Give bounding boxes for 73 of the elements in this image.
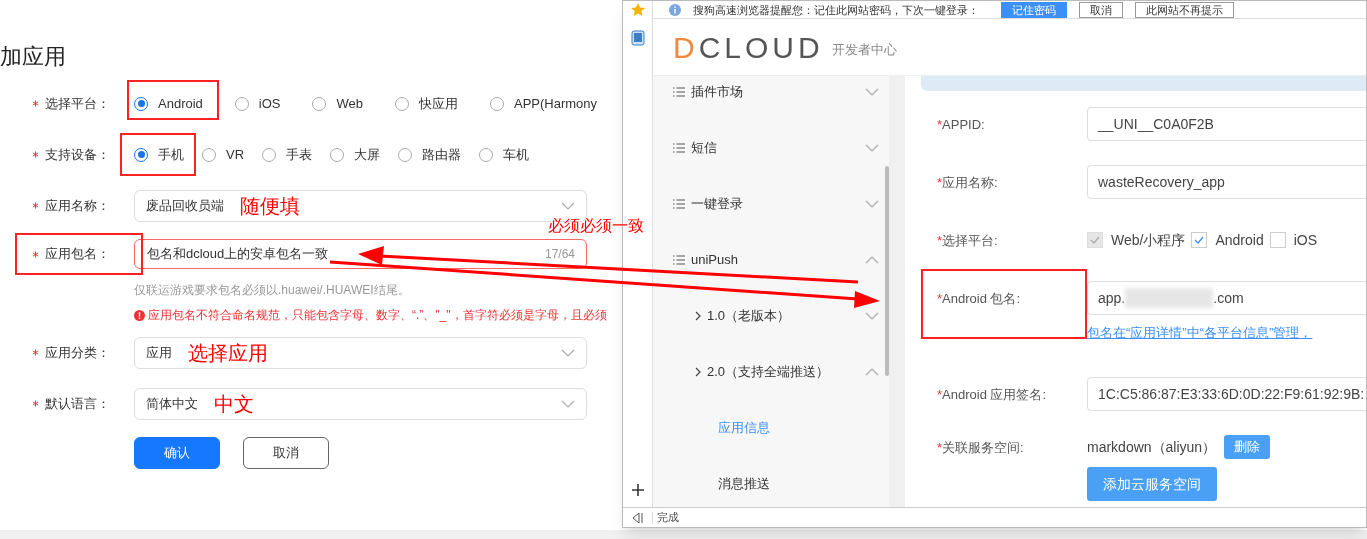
- hint-text: 仅联运游戏要求包名必须以.huawei/.HUAWEI结尾。: [134, 282, 411, 299]
- cancel-button[interactable]: 取消: [243, 437, 329, 469]
- select-field[interactable]: 简体中文 中文: [134, 387, 587, 420]
- checkbox[interactable]: [1191, 232, 1208, 248]
- radio-option[interactable]: Web: [312, 93, 377, 114]
- field-label: 应用分类：: [45, 343, 110, 362]
- radio-option[interactable]: 快应用: [395, 93, 472, 114]
- radio-option[interactable]: 手机: [134, 144, 184, 165]
- check-icon: [1194, 236, 1205, 244]
- dcloud-logo: DCLOUD: [673, 29, 824, 66]
- sidebar-item[interactable]: 插件市场: [653, 76, 889, 120]
- sidebar-item[interactable]: 消息推送: [653, 456, 889, 507]
- error-icon: [134, 309, 145, 321]
- field-label: *Android 包名:: [937, 291, 1021, 306]
- service-space-name: markdown（aliyun）: [1087, 437, 1217, 457]
- annotation-text: 随便填: [240, 193, 300, 219]
- logo-subtitle: 开发者中心: [831, 41, 897, 60]
- field-label: *应用名称:: [937, 175, 998, 190]
- chevron-down-icon: [561, 348, 575, 357]
- radio-option[interactable]: VR: [202, 144, 245, 165]
- error-message: 应用包名不符合命名规范，只能包含字母、数字、“.”、"_"，首字符必须是字母，且必须: [148, 307, 607, 324]
- list-icon: [673, 255, 685, 265]
- checkbox[interactable]: [1269, 232, 1286, 248]
- radio-option[interactable]: Android: [134, 93, 217, 114]
- sidebar-item[interactable]: 一键登录: [653, 176, 889, 232]
- star-icon[interactable]: [629, 2, 646, 18]
- select-field[interactable]: 应用 选择应用: [134, 336, 587, 369]
- field-label: 应用名称：: [45, 196, 110, 215]
- list-icon: [673, 143, 685, 153]
- plus-icon[interactable]: [630, 483, 645, 497]
- notification-button[interactable]: 此网站不再提示: [1135, 1, 1234, 18]
- chevron-down-icon: [561, 201, 575, 210]
- field-label: 选择平台：: [45, 94, 110, 113]
- annotation-text: 选择应用: [188, 340, 268, 366]
- field-label: *Android 应用签名:: [937, 387, 1047, 402]
- checkbox-option[interactable]: Android: [1191, 229, 1264, 251]
- tablet-icon[interactable]: [630, 30, 645, 46]
- status-text: 完成: [656, 510, 679, 526]
- radio-option[interactable]: 路由器: [398, 144, 462, 165]
- list-icon: [673, 87, 685, 97]
- input-field[interactable]: app. .com: [1087, 281, 1366, 315]
- scrollbar-thumb[interactable]: [885, 166, 889, 376]
- check-icon: [1090, 236, 1100, 244]
- radio-option[interactable]: 手表: [262, 144, 313, 165]
- notification-text: 搜狗高速浏览器提醒您：记住此网站密码，下次一键登录：: [693, 2, 979, 17]
- confirm-button[interactable]: 确认: [134, 437, 220, 469]
- sidebar-item[interactable]: 1.0（老版本）: [653, 288, 889, 344]
- field-label: 应用包名：: [45, 245, 110, 264]
- chevron-right-icon: [695, 367, 701, 377]
- field-label: *选择平台:: [937, 233, 998, 248]
- sidebar-item[interactable]: 2.0（支持全端推送）: [653, 344, 889, 400]
- checkbox-option[interactable]: iOS: [1269, 229, 1318, 251]
- input-field[interactable]: 包名和dcloud上的安卓包名一致 17/64: [134, 239, 587, 269]
- input-field[interactable]: wasteRecovery_app: [1087, 165, 1366, 199]
- character-counter: 17/64: [544, 246, 575, 263]
- input-field[interactable]: __UNI__C0A0F2B: [1087, 107, 1366, 141]
- radio-option[interactable]: iOS: [234, 93, 295, 114]
- chevron-right-icon: [695, 311, 701, 321]
- notification-button[interactable]: 取消: [1079, 1, 1123, 18]
- radio-option[interactable]: APP(Harmony: [490, 93, 612, 114]
- radio-option[interactable]: 大屏: [330, 144, 381, 165]
- sidebar-item[interactable]: uniPush: [653, 232, 889, 288]
- list-icon: [673, 199, 685, 209]
- annotation-text: 中文: [214, 391, 254, 417]
- sidebar-item[interactable]: 短信: [653, 120, 889, 176]
- radio-option[interactable]: 车机: [479, 144, 530, 165]
- input-field[interactable]: 1C:C5:86:87:E3:33:6D:0D:22:F9:61:92:9B:: [1087, 377, 1366, 411]
- page-title: 加应用: [0, 43, 66, 71]
- field-label: *APPID:: [937, 117, 985, 132]
- field-label: 默认语言：: [45, 394, 110, 413]
- field-label: *关联服务空间:: [937, 440, 1024, 455]
- field-label: 支持设备：: [45, 145, 110, 164]
- chevron-down-icon: [561, 399, 575, 408]
